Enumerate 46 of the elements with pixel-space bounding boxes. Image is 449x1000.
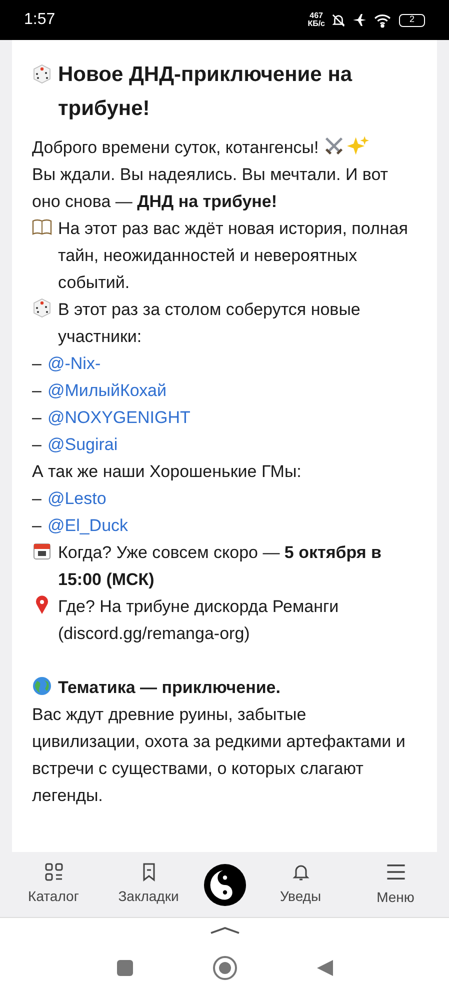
paragraph-text: Вас ждут древние руины, забытые цивилизации, охота за редкими артефактами и встречи с существами, о которых слагают легенды. (32, 705, 406, 805)
paragraph-text: Когда? Уже совсем скоро — 5 октября в 15:00 (МСК) (58, 542, 382, 591)
sparkles-icon (346, 135, 369, 157)
globe-icon (32, 676, 52, 696)
back-button[interactable] (316, 959, 332, 977)
nav-tab[interactable]: Меню (356, 861, 436, 908)
user-mention-link[interactable]: @El_Duck (47, 512, 128, 539)
list-dash: – (32, 380, 42, 402)
user-mention-link[interactable]: @-Nix- (47, 350, 101, 377)
paragraph-text: Где? На трибуне дискорда Реманги (discord.gg/remanga-org) (58, 596, 340, 645)
list-dash: – (32, 353, 42, 375)
list-dash: – (32, 515, 42, 537)
network-speed: 467 (310, 12, 324, 20)
recents-button[interactable] (116, 960, 132, 976)
book-icon (32, 217, 52, 237)
swords-icon (322, 135, 345, 157)
paragraph-text: Тематика — приключение. (58, 677, 280, 699)
nav-tab[interactable]: Уведы (260, 862, 340, 907)
calendar-icon (32, 541, 52, 561)
paragraph-text: Доброго времени суток, котангенсы! (32, 138, 319, 157)
home-button[interactable] (212, 956, 236, 980)
user-mention-link[interactable]: @Lesto (47, 485, 106, 512)
wifi-icon (374, 12, 391, 28)
paragraph-text: Вы ждали. Вы надеялись. Вы мечтали. И вот оно снова — ДНД на трибуне! (32, 165, 388, 211)
grid-icon (44, 862, 64, 882)
chevron-up-icon[interactable] (208, 926, 240, 934)
user-mention-link[interactable]: @NOXYGENIGHT (47, 404, 190, 431)
airplane-icon (352, 12, 368, 28)
list-dash: – (32, 407, 42, 429)
dice-icon (32, 64, 52, 84)
list-dash: – (32, 488, 42, 510)
list-dash: – (32, 434, 42, 456)
post-title: Новое ДНД-приключение на трибуне! (58, 62, 354, 122)
dice-icon (32, 298, 52, 318)
speed-unit: КБ/с (308, 20, 325, 28)
bell-off-icon (331, 12, 346, 28)
user-mention-link[interactable]: @МилыйКохай (47, 377, 166, 404)
paragraph-text: А так же наши Хорошенькие ГМы: (32, 462, 302, 481)
status-time: 1:57 (24, 10, 56, 30)
nav-tab[interactable]: Закладки (108, 862, 188, 907)
battery-indicator: 2 (399, 14, 425, 26)
nav-tab[interactable]: Каталог (14, 862, 94, 907)
paragraph-text: На этот раз вас ждёт новая история, полная тайн, неожиданностей и невероятных событий. (58, 218, 409, 294)
paragraph-text: В этот раз за столом соберутся новые участники: (58, 299, 362, 348)
user-mention-link[interactable]: @Sugirai (47, 431, 118, 458)
yin-yang-logo[interactable] (204, 864, 246, 906)
